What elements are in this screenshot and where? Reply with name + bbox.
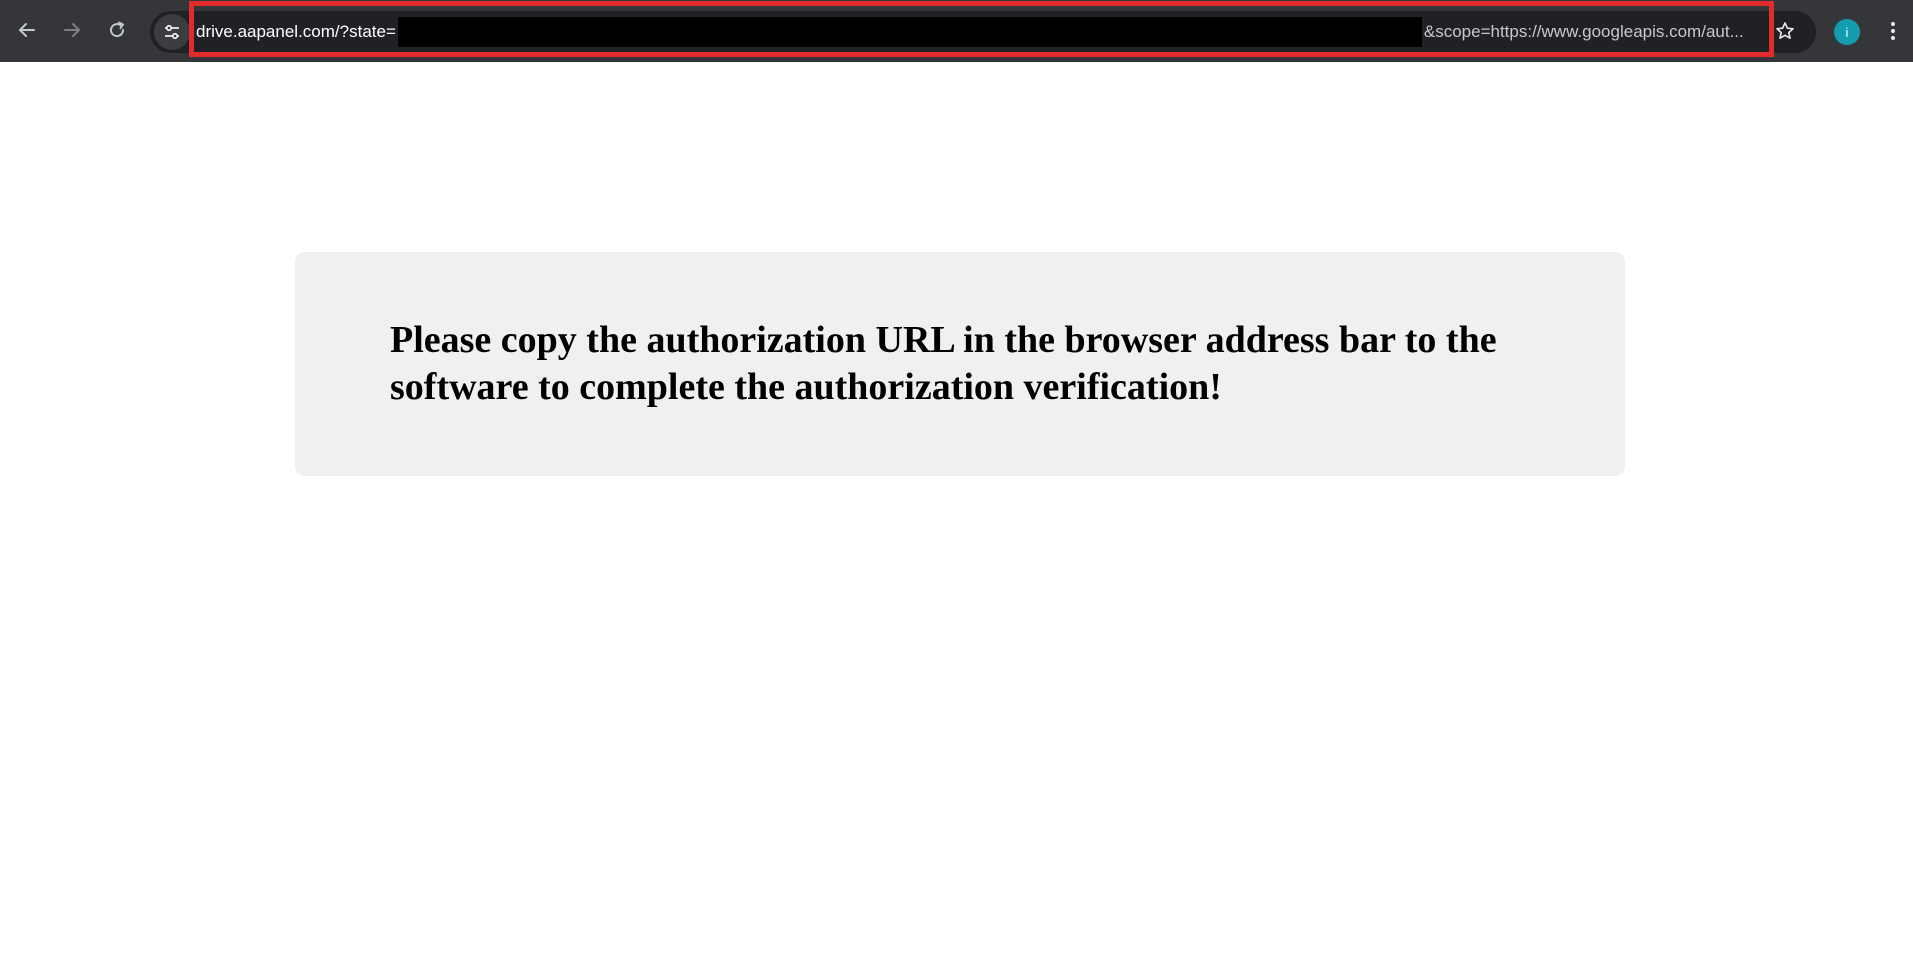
authorization-message-box: Please copy the authorization URL in the…: [295, 252, 1625, 476]
arrow-right-icon: [64, 23, 80, 37]
browser-toolbar: drive.aapanel.com/?state= &scope=https:/…: [0, 0, 1913, 62]
avatar-initial: i: [1845, 24, 1849, 40]
star-icon: [1776, 22, 1794, 39]
bookmark-button[interactable]: [1768, 14, 1802, 48]
site-info-button[interactable]: [154, 14, 190, 50]
arrow-left-icon: [19, 23, 35, 37]
reload-icon: [110, 21, 125, 38]
url-highlight-frame: [189, 1, 1774, 57]
authorization-message: Please copy the authorization URL in the…: [390, 319, 1497, 408]
tune-icon: [165, 24, 179, 40]
kebab-menu-icon: [1891, 22, 1895, 40]
reload-button[interactable]: [99, 12, 135, 48]
browser-menu-button[interactable]: [1878, 14, 1908, 48]
forward-button[interactable]: [54, 12, 90, 48]
profile-avatar[interactable]: i: [1834, 19, 1860, 45]
back-button[interactable]: [9, 12, 45, 48]
